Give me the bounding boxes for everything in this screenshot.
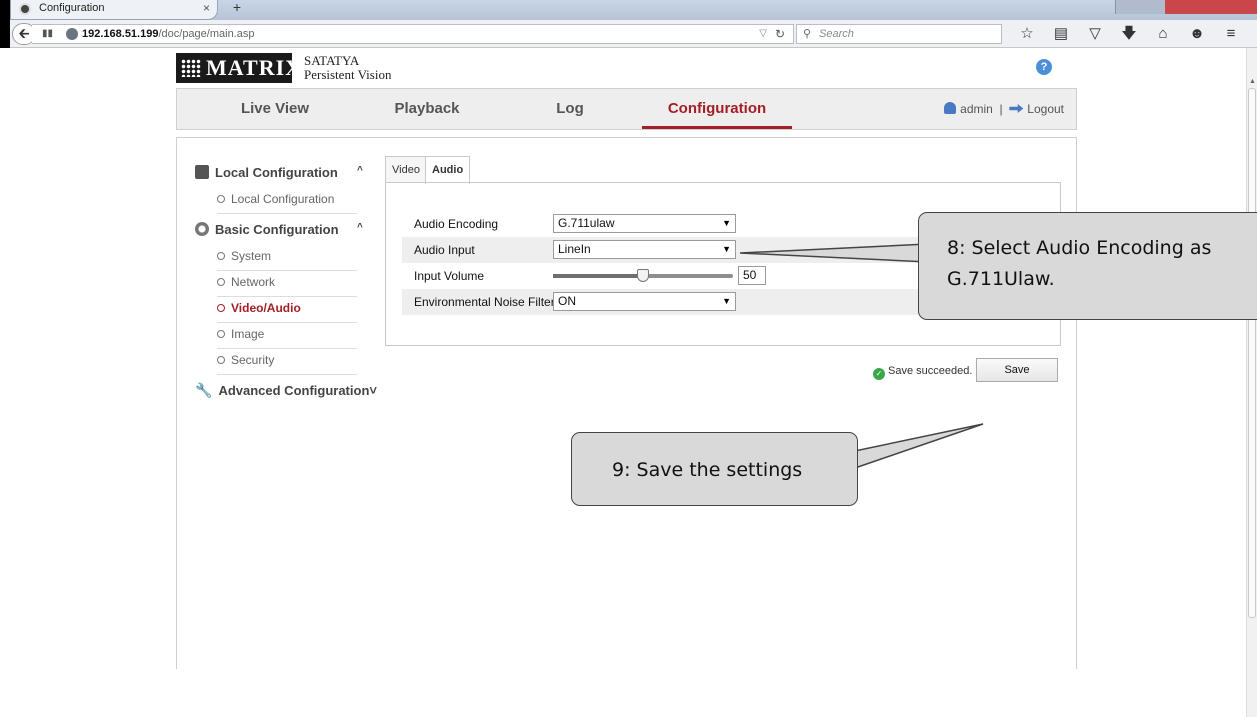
save-button[interactable]: Save [976,358,1058,382]
bullet-icon [217,252,225,260]
bullet-icon [217,330,225,338]
save-status: ✓ Save succeeded. [873,364,972,380]
logout-link[interactable]: Logout [1027,102,1064,116]
bullet-icon [217,356,225,364]
sidebar-item-image[interactable]: Image [217,323,357,349]
matrix-logo: MATRIX [176,53,301,83]
audio-input-label: Audio Input [414,243,475,257]
monitor-icon [195,165,209,179]
nav-configuration[interactable]: Configuration [642,89,792,129]
input-volume-label: Input Volume [414,269,485,283]
sidebar-group-basic-configuration[interactable]: Basic Configuration ^ [195,222,363,237]
tab-strip: Configuration × + [10,0,1257,20]
collapse-icon[interactable]: ^ [357,165,363,176]
nav-log[interactable]: Log [495,89,645,129]
noise-filter-select[interactable]: ON ▼ [553,292,736,311]
browser-tab[interactable]: Configuration × [10,0,218,20]
window-controls[interactable] [1115,0,1165,14]
globe-icon [66,28,78,40]
callout-step-8-line1: 8: Select Audio Encoding as [947,237,1212,259]
callout-step-9: 9: Save the settings [571,432,858,506]
pocket-icon[interactable]: ▽ [1078,24,1112,44]
logo-dots-icon [181,59,201,77]
sidebar-item-network[interactable]: Network [217,271,357,297]
sidebar-item-system[interactable]: System [217,245,357,271]
browser-toolbar-icons: ☆ ▤ ▽ 🡇 ⌂ ☻ ≡ [1010,24,1248,44]
page-list-icon: ▮▮ [42,28,54,39]
search-input[interactable]: ⚲ Search [796,24,1002,44]
audio-encoding-label: Audio Encoding [414,217,499,231]
separator: | [999,102,1003,116]
chevron-down-icon: ▼ [722,218,731,228]
audio-input-select[interactable]: LineIn ▼ [553,240,736,259]
search-placeholder: Search [819,28,854,40]
callout-step-8-line2: G.711Ulaw. [947,268,1055,290]
tab-video[interactable]: Video [385,156,427,183]
new-tab-button[interactable]: + [226,0,248,16]
sidebar-group-advanced-configuration[interactable]: 🔧 Advanced Configuration˅ [195,382,377,399]
nav-playback[interactable]: Playback [352,89,502,129]
scroll-up-icon[interactable]: ▲ [1249,78,1256,85]
window-close-button[interactable] [1165,0,1257,14]
logout-icon [1009,104,1024,113]
page-scrollbar[interactable]: ▲ [1246,48,1257,717]
slider-handle[interactable] [637,269,649,282]
reading-list-icon[interactable]: ▤ [1044,24,1078,44]
reload-icon[interactable]: ↻ [775,25,785,43]
bullet-icon [217,304,225,312]
home-icon[interactable]: ⌂ [1146,24,1180,44]
download-icon[interactable]: 🡇 [1112,24,1146,44]
check-icon: ✓ [873,368,885,380]
chevron-down-icon: ▼ [722,296,731,306]
user-box: admin | Logout [944,89,1064,129]
navigation-toolbar: 🡰 ▮▮ 192.168.51.199/doc/page/main.asp ▽ … [10,20,1257,48]
sidebar-item-local-configuration[interactable]: Local Configuration [217,188,357,214]
scrollbar-thumb[interactable] [1248,88,1256,618]
collapse-icon[interactable]: ^ [357,222,363,233]
star-icon[interactable]: ☆ [1010,24,1044,44]
search-icon: ⚲ [803,28,812,40]
sidebar-item-video-audio[interactable]: Video/Audio [217,297,357,323]
chevron-down-icon: ▼ [722,244,731,254]
tab-close-icon[interactable]: × [203,1,210,15]
brand-tagline: Persistent Vision [304,67,392,82]
input-volume-slider[interactable] [553,269,733,282]
help-icon[interactable]: ? [1036,59,1052,75]
address-bar[interactable]: ▮▮ 192.168.51.199/doc/page/main.asp ▽ ↻ [32,24,794,44]
menu-icon[interactable]: ≡ [1214,24,1248,44]
tab-title: Configuration [39,2,105,14]
input-volume-value[interactable]: 50 [738,266,766,285]
gear-icon [195,222,209,236]
expand-icon[interactable]: ˅ [369,383,377,398]
user-icon [944,102,957,114]
brand-title: SATATYA Persistent Vision [304,54,391,82]
chat-icon[interactable]: ☻ [1180,24,1214,44]
audio-encoding-select[interactable]: G.711ulaw ▼ [553,214,736,233]
bullet-icon [217,278,225,286]
callout-step-8: 8: Select Audio Encoding as G.711Ulaw. [918,212,1257,320]
main-navigation: Live View Playback Log Configuration adm… [176,88,1077,130]
username[interactable]: admin [960,102,993,116]
sidebar-item-security[interactable]: Security [217,349,357,375]
brand-name: SATATYA [304,53,360,68]
sidebar-group-local-configuration[interactable]: Local Configuration ^ [195,165,363,180]
sidebar: Local Configuration ^ Local Configuratio… [177,138,377,669]
favicon-icon [19,3,31,15]
url-text: 192.168.51.199/doc/page/main.asp [82,28,255,40]
nav-live-view[interactable]: Live View [200,89,350,129]
dropdown-icon[interactable]: ▽ [759,25,767,43]
slider-fill [553,274,643,278]
wrench-icon: 🔧 [195,382,213,398]
bullet-icon [217,195,225,203]
back-arrow-icon: 🡰 [18,25,30,41]
tab-audio[interactable]: Audio [425,156,471,184]
noise-filter-label: Environmental Noise Filter [414,295,555,309]
